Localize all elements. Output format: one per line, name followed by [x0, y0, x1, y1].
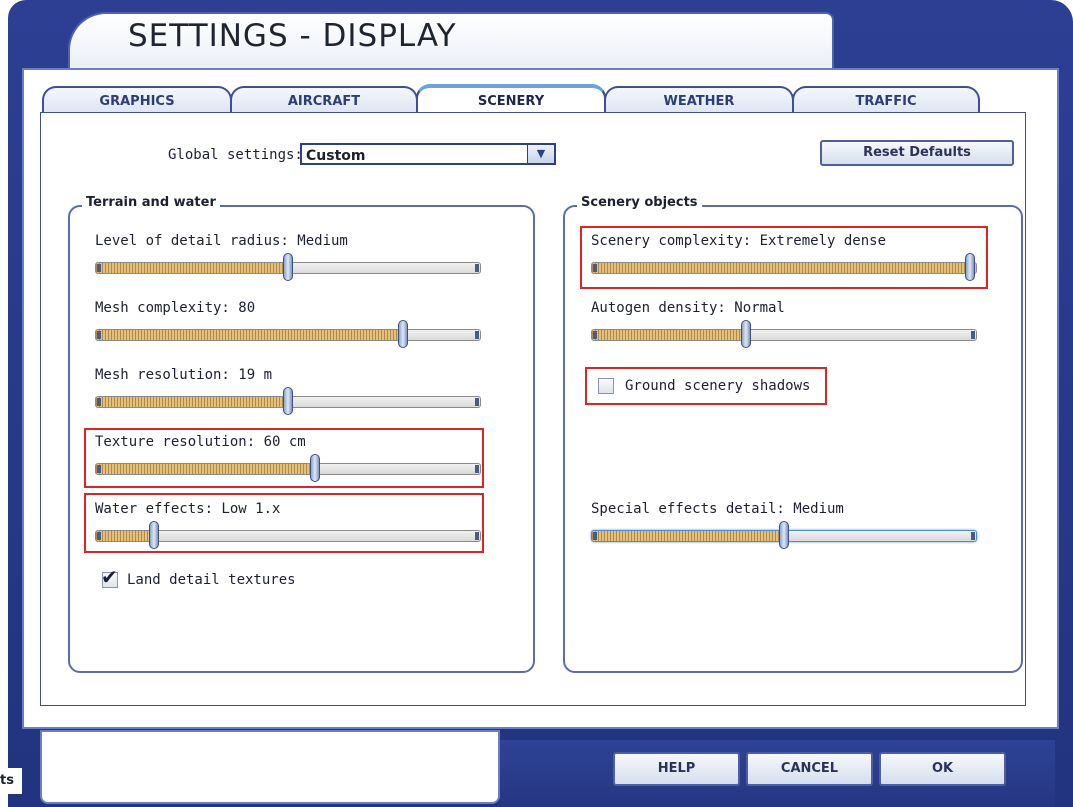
mesh-resolution-slider[interactable]	[95, 387, 481, 415]
edge-text: ts	[0, 768, 22, 794]
autogen-density-slider[interactable]	[591, 320, 977, 348]
special-effects-slider[interactable]	[591, 521, 977, 549]
slider-end-cap	[971, 331, 975, 339]
tab-weather[interactable]: WEATHER	[604, 86, 794, 114]
check-icon: ✔	[101, 565, 118, 589]
slider-end-cap	[475, 264, 479, 272]
window-title: SETTINGS - DISPLAY	[128, 18, 457, 54]
slider-end-cap	[593, 331, 597, 339]
special-effects-label: Special effects detail: Medium	[591, 501, 844, 517]
slider-fill	[96, 330, 403, 340]
slider-end-cap	[475, 331, 479, 339]
tab-aircraft[interactable]: AIRCRAFT	[230, 86, 418, 114]
lod-radius-slider[interactable]	[95, 253, 481, 281]
slider-fill	[96, 464, 315, 474]
ground-shadows-checkbox[interactable]	[598, 378, 614, 394]
slider-fill	[96, 531, 154, 541]
water-effects-slider[interactable]	[95, 521, 481, 549]
tab-traffic[interactable]: TRAFFIC	[792, 86, 980, 114]
slider-thumb[interactable]	[283, 387, 293, 415]
water-effects-label: Water effects: Low 1.x	[95, 501, 281, 517]
slider-thumb[interactable]	[398, 320, 408, 348]
mesh-complexity-label: Mesh complexity: 80	[95, 300, 256, 316]
ok-button[interactable]: OK	[879, 752, 1006, 786]
autogen-density-label: Autogen density: Normal	[591, 300, 785, 316]
chevron-down-icon[interactable]: ▼	[527, 145, 554, 163]
scenery-complexity-slider[interactable]	[591, 253, 977, 281]
slider-fill	[592, 330, 746, 340]
texture-resolution-slider[interactable]	[95, 454, 481, 482]
slider-thumb[interactable]	[741, 320, 751, 348]
slider-thumb[interactable]	[965, 253, 975, 281]
slider-fill	[96, 263, 288, 273]
slider-thumb[interactable]	[310, 454, 320, 482]
scenery-complexity-label: Scenery complexity: Extremely dense	[591, 233, 887, 249]
tab-graphics[interactable]: GRAPHICS	[42, 86, 232, 114]
land-detail-label: Land detail textures	[127, 572, 296, 588]
slider-end-cap	[475, 532, 479, 540]
ground-shadows-label: Ground scenery shadows	[625, 378, 811, 394]
slider-end-cap	[97, 398, 101, 406]
slider-fill	[592, 531, 784, 541]
global-settings-select[interactable]: Custom ▼	[300, 143, 556, 165]
slider-end-cap	[475, 465, 479, 473]
slider-end-cap	[475, 398, 479, 406]
texture-resolution-label: Texture resolution: 60 cm	[95, 434, 306, 450]
slider-end-cap	[97, 264, 101, 272]
terrain-water-title: Terrain and water	[82, 195, 220, 210]
global-settings-value: Custom	[306, 148, 366, 164]
slider-fill	[592, 263, 976, 273]
slider-end-cap	[97, 331, 101, 339]
slider-thumb[interactable]	[779, 521, 789, 549]
reset-defaults-button[interactable]: Reset Defaults	[820, 140, 1014, 166]
slider-end-cap	[971, 532, 975, 540]
slider-thumb[interactable]	[283, 253, 293, 281]
scenery-objects-title: Scenery objects	[577, 195, 702, 210]
slider-end-cap	[593, 264, 597, 272]
land-detail-checkbox[interactable]: ✔	[101, 567, 118, 588]
slider-fill	[96, 397, 288, 407]
slider-end-cap	[593, 532, 597, 540]
slider-thumb[interactable]	[149, 521, 159, 549]
cancel-button[interactable]: CANCEL	[746, 752, 873, 786]
status-panel	[40, 730, 500, 804]
global-settings-label: Global settings:	[168, 147, 303, 163]
mesh-resolution-label: Mesh resolution: 19 m	[95, 367, 273, 383]
mesh-complexity-slider[interactable]	[95, 320, 481, 348]
lod-radius-label: Level of detail radius: Medium	[95, 233, 348, 249]
help-button[interactable]: HELP	[613, 752, 740, 786]
slider-end-cap	[97, 532, 101, 540]
slider-end-cap	[97, 465, 101, 473]
